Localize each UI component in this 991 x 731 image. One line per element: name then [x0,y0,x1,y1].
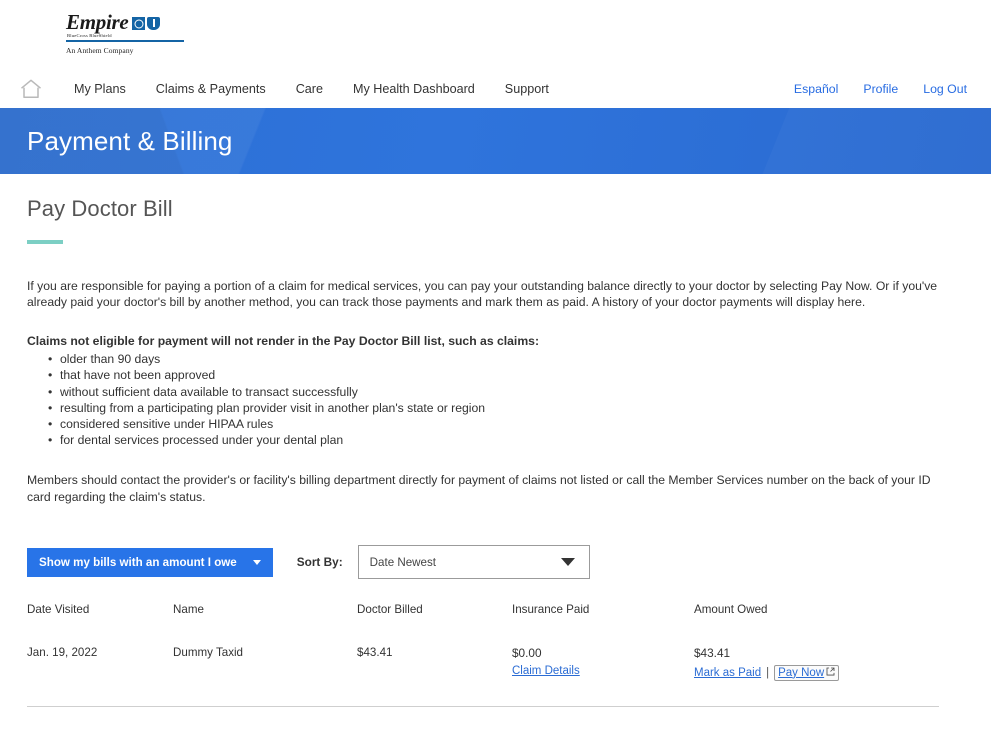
blue-cross-icon [132,17,146,30]
mark-as-paid-link[interactable]: Mark as Paid [694,667,761,679]
nav-link-log-out[interactable]: Log Out [923,82,967,96]
cell-name: Dummy Taxid [173,646,244,660]
page-title: Pay Doctor Bill [27,196,173,221]
brand-tagline: An Anthem Company [66,45,134,55]
cell-date-visited: Jan. 19, 2022 [27,646,98,660]
ineligible-claims-heading-text: Claims not eligible for payment will not… [27,333,535,348]
title-accent-bar [27,240,63,244]
ineligible-claims-heading: Claims not eligible for payment will not… [27,333,964,349]
action-separator: | [766,667,770,680]
table-header-row: Date Visited Name Doctor Billed Insuranc… [27,603,939,616]
list-item: older than 90 days [48,351,964,367]
nav-link-espanol[interactable]: Español [794,82,838,96]
home-icon[interactable] [18,78,44,100]
table-row: Jan. 19, 2022 Dummy Taxid $43.41 $0.00 C… [27,646,939,682]
nav-link-profile[interactable]: Profile [863,82,898,96]
sort-by-select[interactable]: Date Newest [357,545,590,580]
row-actions: Mark as Paid | Pay Now [694,665,939,682]
intro-paragraph: If you are responsible for paying a port… [27,279,938,310]
column-header-amount-owed: Amount Owed [694,603,768,617]
nav-item-care[interactable]: Care [296,82,323,96]
claim-details-link[interactable]: Claim Details [512,665,580,677]
ineligible-claims-heading-colon: : [534,333,539,348]
nav-item-my-health-dashboard[interactable]: My Health Dashboard [353,82,475,96]
brand-name: Empire [66,10,129,34]
banner-title: Payment & Billing [27,125,233,156]
logo-rule [66,40,184,42]
nav-left-group: My Plans Claims & Payments Care My Healt… [18,78,549,100]
nav-item-support[interactable]: Support [505,82,549,96]
pay-now-link[interactable]: Pay Now [774,665,840,682]
claim-details-group: Claim Details [512,665,694,677]
ineligible-claims-list: older than 90 days that have not been ap… [27,351,964,448]
nav-item-my-plans[interactable]: My Plans [74,82,126,96]
cell-doctor-billed: $43.41 [357,646,393,660]
list-item: considered sensitive under HIPAA rules [48,416,964,432]
list-item: without sufficient data available to tra… [48,384,964,400]
nav-utility-group: Español Profile Log Out [794,82,967,96]
column-header-date-visited: Date Visited [27,603,90,617]
external-link-icon [826,666,835,679]
sort-by-selected-value: Date Newest [369,555,437,569]
cell-insurance-paid-group: $0.00 Claim Details [512,646,694,677]
main-content: Pay Doctor Bill If you are responsible f… [0,196,991,731]
filter-bills-button-label: Show my bills with an amount I owe [39,555,237,569]
column-header-name: Name [173,603,204,617]
bills-table: Date Visited Name Doctor Billed Insuranc… [27,603,939,708]
column-header-insurance-paid: Insurance Paid [512,603,590,617]
cell-insurance-paid: $0.00 [512,646,542,661]
cell-amount-owed-group: $43.41 Mark as Paid | Pay Now [694,646,939,682]
pay-now-label: Pay Now [778,666,825,679]
bluecross-blueshield-marks [132,17,161,32]
site-header: Empire BlueCross BlueShield An Anthem Co… [0,0,991,70]
list-item: for dental services processed under your… [48,432,964,448]
column-header-doctor-billed: Doctor Billed [357,603,423,617]
list-controls: Show my bills with an amount I owe Sort … [27,545,964,580]
sort-by-label: Sort By: [296,555,343,570]
filter-bills-button[interactable]: Show my bills with an amount I owe [27,547,273,577]
main-navigation: My Plans Claims & Payments Care My Healt… [0,70,991,108]
list-item: resulting from a participating plan prov… [48,400,964,416]
brand-logo[interactable]: Empire BlueCross BlueShield An Anthem Co… [66,12,184,55]
chevron-down-icon [560,558,575,567]
list-item: that have not been approved [48,367,964,383]
chevron-down-icon [252,559,261,565]
logo-top-row: Empire [66,10,184,34]
blue-shield-icon [147,17,161,30]
page-banner: Payment & Billing [0,108,991,174]
contact-note-paragraph: Members should contact the provider's or… [27,473,931,504]
cell-amount-owed: $43.41 [694,646,731,661]
table-bottom-divider [27,706,939,708]
nav-item-claims-payments[interactable]: Claims & Payments [156,82,266,96]
